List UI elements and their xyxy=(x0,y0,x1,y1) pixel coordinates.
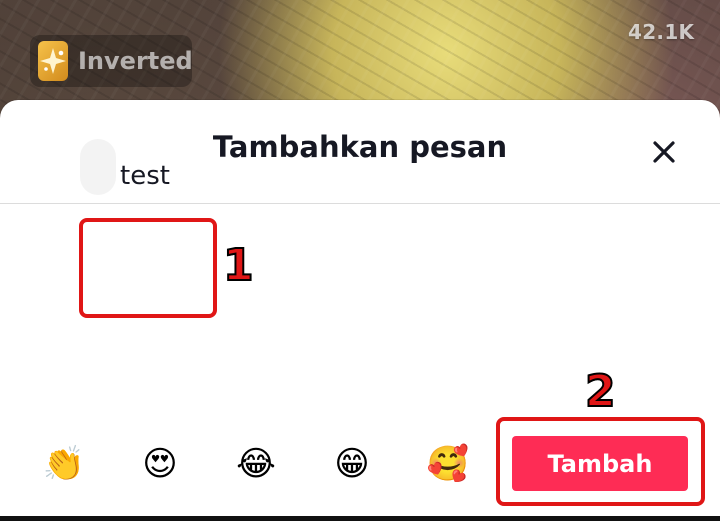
close-button[interactable] xyxy=(648,136,680,168)
clapping-hands-icon: 👏 xyxy=(42,444,86,484)
effect-label: Inverted xyxy=(78,47,193,75)
grinning-teeth-icon: 😁 xyxy=(334,444,370,484)
heart-eyes-icon: 😍 xyxy=(142,444,178,484)
emoji-heart-eyes[interactable]: 😍 xyxy=(137,441,183,487)
tambah-button[interactable]: Tambah xyxy=(512,436,688,491)
emoji-smiling-hearts[interactable]: 🥰 xyxy=(425,441,471,487)
view-count: 42.1K xyxy=(628,20,695,44)
emoji-clapping-hands[interactable]: 👏 xyxy=(41,441,87,487)
emoji-tears-of-joy[interactable]: 😂 xyxy=(233,441,279,487)
smiling-hearts-icon: 🥰 xyxy=(426,444,470,484)
message-input[interactable] xyxy=(120,156,320,196)
sparkle-star-icon xyxy=(38,41,68,81)
bottom-edge-bar xyxy=(0,516,720,521)
tears-of-joy-icon: 😂 xyxy=(236,444,276,484)
effect-chip[interactable]: Inverted xyxy=(30,35,193,87)
close-icon xyxy=(653,141,675,163)
text-input-cursor-blob xyxy=(80,139,116,195)
emoji-grinning-teeth[interactable]: 😁 xyxy=(329,441,375,487)
